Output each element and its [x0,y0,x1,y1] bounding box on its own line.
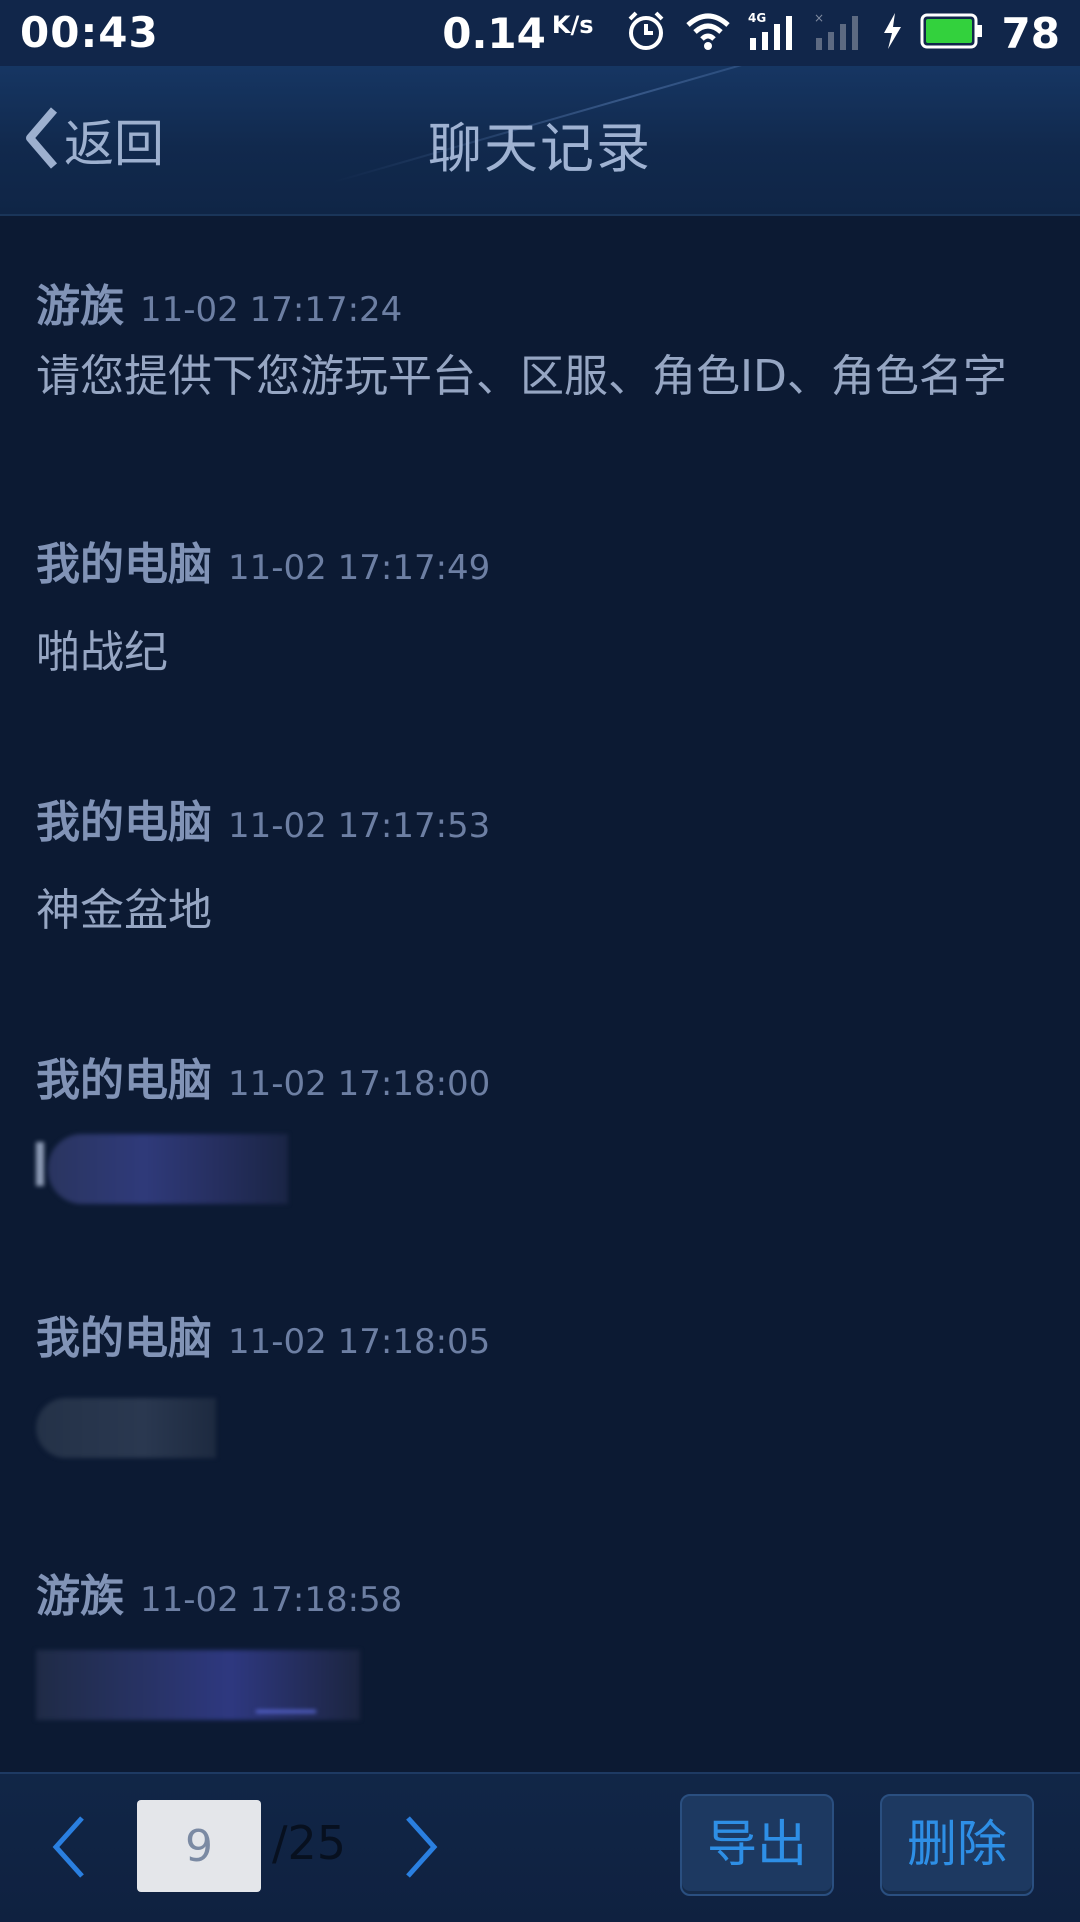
sender-name: 我的电脑 [36,1313,212,1364]
signal-empty-icon: × [814,10,864,56]
status-bar: 00:43 0.14 K/s 4G × 78 [0,0,1080,66]
signal-4g-icon: 4G [748,10,798,56]
status-time: 00:43 [20,8,159,57]
message-text: 神金盆地 [36,885,212,936]
network-speed: 0.14 [442,8,546,58]
message-time: 11-02 17:17:49 [228,548,491,588]
message-time: 11-02 17:18:05 [228,1322,491,1362]
message-item: 我的电脑 11-02 17:17:53 神金盆地 [36,786,1046,942]
chevron-left-icon [52,1816,84,1878]
page-title: 聊天记录 [428,117,652,180]
bottom-toolbar: /25 导出 删除 [0,1772,1080,1922]
redacted-message [36,1650,1046,1720]
prev-page-button[interactable] [48,1812,88,1886]
sender-name: 我的电脑 [36,797,212,848]
message-item: 我的电脑 11-02 17:17:49 啪战纪 [36,528,1046,684]
page-number-input[interactable] [137,1800,261,1892]
app-header: 返回 聊天记录 [0,66,1080,216]
status-icons: 0.14 K/s 4G × 78 [442,0,1060,66]
message-time: 11-02 17:18:58 [140,1580,403,1620]
redacted-message [36,1134,1046,1204]
export-button[interactable]: 导出 [680,1794,834,1896]
message-item: 游族 11-02 17:18:58 [36,1560,1046,1720]
network-speed-unit: K/s [551,11,594,39]
message-time: 11-02 17:17:53 [228,806,491,846]
charging-icon [880,11,904,55]
message-time: 11-02 17:18:00 [228,1064,491,1104]
wifi-icon [684,11,732,55]
next-page-button[interactable] [402,1812,442,1886]
message-item: 我的电脑 11-02 17:18:00 [36,1044,1046,1204]
message-text: 请您提供下您游玩平台、区服、角色ID、角色名字 [36,351,1007,402]
delete-button[interactable]: 删除 [880,1794,1034,1896]
message-item: 我的电脑 11-02 17:18:05 [36,1302,1046,1462]
total-pages: /25 [272,1816,347,1870]
sender-name: 游族 [36,281,124,332]
message-item: 游族 11-02 17:17:24 请您提供下您游玩平台、区服、角色ID、角色名… [36,270,1046,408]
alarm-icon [624,9,668,57]
message-time: 11-02 17:17:24 [140,290,403,330]
message-text: 啪战纪 [36,627,168,678]
sender-name: 我的电脑 [36,1055,212,1106]
battery-icon [920,13,984,53]
sender-name: 游族 [36,1571,124,1622]
battery-percent: 78 [1001,8,1060,58]
svg-text:4G: 4G [748,11,766,25]
sender-name: 我的电脑 [36,539,212,590]
chevron-right-icon [406,1816,438,1878]
svg-text:×: × [814,11,824,25]
redacted-message [36,1392,1046,1462]
message-list[interactable]: 游族 11-02 17:17:24 请您提供下您游玩平台、区服、角色ID、角色名… [0,216,1080,1772]
